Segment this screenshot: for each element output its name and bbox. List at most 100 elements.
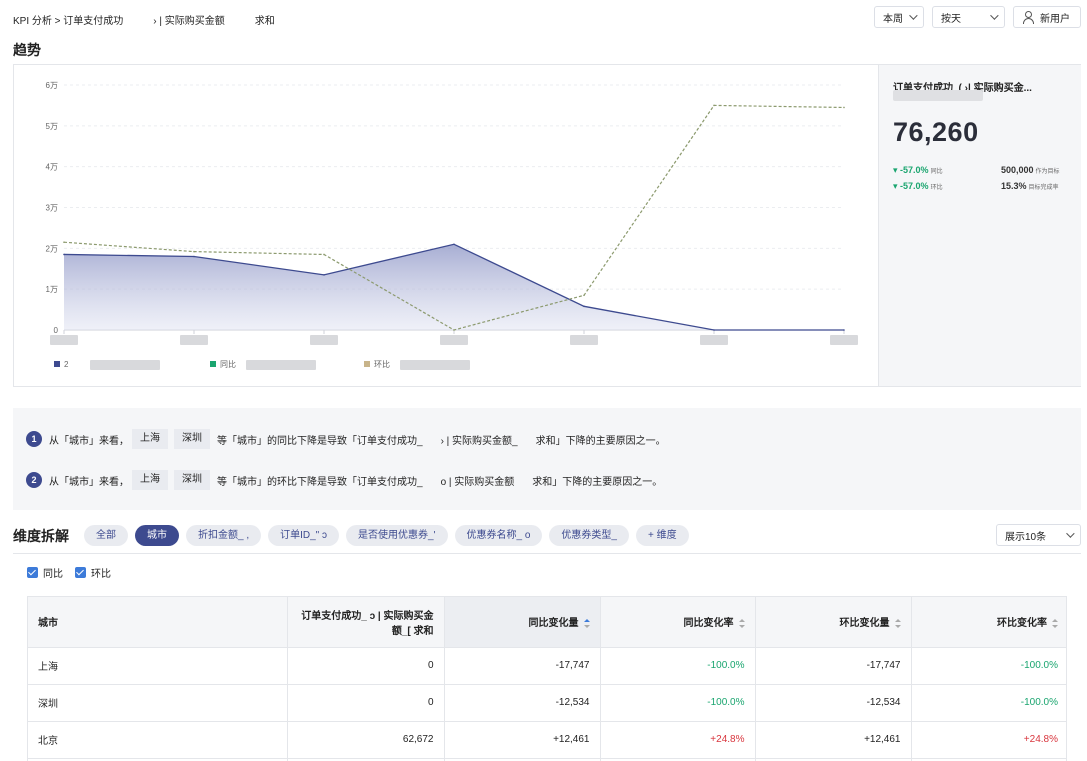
insight-text: 求和」下降的主要原因之一。 xyxy=(535,435,666,447)
y-tick-label: 5万 xyxy=(46,122,58,131)
y-tick-label: 2万 xyxy=(46,244,58,253)
down-arrow-icon: ▾ xyxy=(893,181,901,191)
col-yoy-rate[interactable]: 同比变化率 xyxy=(600,597,756,648)
yoy-checkbox[interactable] xyxy=(27,567,38,578)
cell-mom-change: -12,534 xyxy=(755,684,912,722)
mom-checkbox[interactable] xyxy=(75,567,86,578)
cell-mom-rate: -100.0% xyxy=(911,684,1066,722)
kpi-card: 订单支付成功_( ›| 实际购买金... 76,260 ▾ -57.0% 同比 ▾… xyxy=(878,65,1081,386)
table-row[interactable]: 北京 62,672 +12,461 +24.8% +12,461 +24.8% xyxy=(28,721,1066,759)
trend-chart-svg: 0 1万 2万 3万 4万 5万 6万 2 同比 环比 xyxy=(46,81,858,370)
chip-coupon-name[interactable]: 优惠券名称_ o xyxy=(454,525,543,546)
user-icon xyxy=(1022,11,1034,24)
top-bar: KPI 分析 > 订单支付成功 › | 实际购买金额 求和 本周 按天 新用户 xyxy=(0,0,1087,36)
data-point xyxy=(713,104,715,107)
insight-tag[interactable]: 深圳 xyxy=(174,470,210,490)
period-select[interactable]: 本周 xyxy=(874,6,924,28)
kpi-target-value: 500,000 xyxy=(1001,165,1034,175)
insight-text: 等「城市」的环比下降是导致「订单支付成功_ xyxy=(217,476,423,488)
breadcrumb: KPI 分析 > 订单支付成功 › | 实际购买金额 求和 xyxy=(13,12,277,27)
cell-metric: 62,672 xyxy=(287,721,445,759)
x-tick-label-redacted xyxy=(830,335,858,345)
chevron-down-icon xyxy=(990,11,999,20)
breadcrumb-metric[interactable]: KPI 分析 > 订单支付成功 xyxy=(13,16,123,27)
data-point xyxy=(193,255,195,258)
insight-prefix: 从「城市」来看， xyxy=(49,476,129,488)
chip-discount-amount[interactable]: 折扣金额_ , xyxy=(186,525,262,546)
insight-box: 1 从「城市」来看， 上海 深圳 等「城市」的同比下降是导致「订单支付成功_ ›… xyxy=(13,408,1081,510)
col-mom-rate[interactable]: 环比变化率 xyxy=(911,597,1066,648)
insight-text: o | 实际购买金额 xyxy=(440,476,515,488)
rows-count-label: 展示10条 xyxy=(1005,531,1047,543)
kpi-completion: 15.3% 目标完成率 xyxy=(1001,181,1059,191)
insight-tag[interactable]: 深圳 xyxy=(174,429,210,449)
user-filter-button[interactable]: 新用户 xyxy=(1013,6,1081,28)
legend-swatch xyxy=(364,361,370,367)
down-arrow-icon: ▾ xyxy=(893,165,901,175)
x-tick-label-redacted xyxy=(700,335,728,345)
y-tick-label: 3万 xyxy=(46,204,58,213)
sort-icon[interactable] xyxy=(738,618,745,629)
data-point xyxy=(323,253,325,256)
granularity-select-label: 按天 xyxy=(941,13,961,25)
cell-yoy-change: -17,747 xyxy=(444,647,601,685)
col-yoy-rate-label: 同比变化率 xyxy=(683,618,734,630)
sort-icon[interactable] xyxy=(894,618,901,629)
y-tick-label: 1万 xyxy=(46,285,58,294)
rows-count-select[interactable]: 展示10条 xyxy=(996,524,1081,546)
kpi-mom-label: 环比 xyxy=(930,185,943,191)
col-yoy-change-label: 同比变化量 xyxy=(528,618,579,630)
table-row[interactable]: 上海 0 -17,747 -100.0% -17,747 -100.0% xyxy=(28,647,1066,685)
cell-mom-rate: +24.8% xyxy=(911,721,1066,759)
add-dimension-button[interactable]: + 维度 xyxy=(635,525,689,546)
insight-prefix: 从「城市」来看， xyxy=(49,435,129,447)
trend-chart: 0 1万 2万 3万 4万 5万 6万 2 同比 环比 xyxy=(14,65,878,386)
legend-label-redacted xyxy=(90,360,160,370)
col-yoy-change[interactable]: 同比变化量 xyxy=(444,597,601,648)
chip-order-id[interactable]: 订单ID_" ɔ xyxy=(268,525,340,546)
chip-city[interactable]: 城市 xyxy=(135,525,179,546)
sort-icon[interactable] xyxy=(1052,618,1058,629)
table-row[interactable]: 深圳 0 -12,534 -100.0% -12,534 -100.0% xyxy=(28,684,1066,722)
legend-label: 2 xyxy=(64,360,69,369)
sort-icon[interactable] xyxy=(583,618,590,629)
kpi-value: 76,260 xyxy=(893,117,979,147)
x-tick-label-redacted xyxy=(310,335,338,345)
table-header-row: 城市 订单支付成功_ ɔ | 实际购买金额_[ 求和 同比变化量 同比变化率 环… xyxy=(28,597,1066,648)
kpi-mom: ▾ -57.0% 环比 xyxy=(893,181,943,192)
col-mom-change[interactable]: 环比变化量 xyxy=(755,597,912,648)
granularity-select[interactable]: 按天 xyxy=(932,6,1005,28)
cell-yoy-rate: +24.8% xyxy=(600,721,756,759)
insight-tag[interactable]: 上海 xyxy=(132,470,168,490)
insight-number: 1 xyxy=(26,431,42,447)
legend-swatch xyxy=(54,361,60,367)
data-point xyxy=(63,253,65,256)
cell-yoy-change: -12,534 xyxy=(444,684,601,722)
kpi-target: 500,000 作为目标 xyxy=(1001,165,1060,175)
insight-text: 求和」下降的主要原因之一。 xyxy=(532,476,663,488)
insight-item: 1 从「城市」来看， 上海 深圳 等「城市」的同比下降是导致「订单支付成功_ ›… xyxy=(26,429,666,449)
data-point xyxy=(583,305,585,308)
col-mom-rate-label: 环比变化率 xyxy=(997,618,1047,630)
kpi-completion-label: 目标完成率 xyxy=(1028,185,1059,191)
trend-title: 趋势 xyxy=(13,42,41,58)
y-tick-label: 4万 xyxy=(46,163,58,172)
kpi-yoy: ▾ -57.0% 同比 xyxy=(893,165,943,176)
x-tick-label-redacted xyxy=(50,335,78,345)
x-tick-label-redacted xyxy=(440,335,468,345)
cell-mom-change: +12,461 xyxy=(755,721,912,759)
chip-coupon-type[interactable]: 优惠券类型_ xyxy=(549,525,629,546)
insight-tag[interactable]: 上海 xyxy=(132,429,168,449)
period-select-label: 本周 xyxy=(883,13,903,25)
col-metric: 订单支付成功_ ɔ | 实际购买金额_[ 求和 xyxy=(287,597,445,648)
cell-city: 上海 xyxy=(28,647,288,685)
cell-city: 深圳 xyxy=(28,684,288,722)
chevron-down-icon xyxy=(1066,529,1075,538)
chip-coupon-used[interactable]: 是否使用优惠券_' xyxy=(346,525,448,546)
kpi-mom-change: -57.0% xyxy=(900,181,929,191)
kpi-completion-value: 15.3% xyxy=(1001,181,1027,191)
data-point xyxy=(583,294,585,297)
cell-metric: 0 xyxy=(287,684,445,722)
legend-label-redacted xyxy=(246,360,316,370)
chip-all[interactable]: 全部 xyxy=(84,525,128,546)
